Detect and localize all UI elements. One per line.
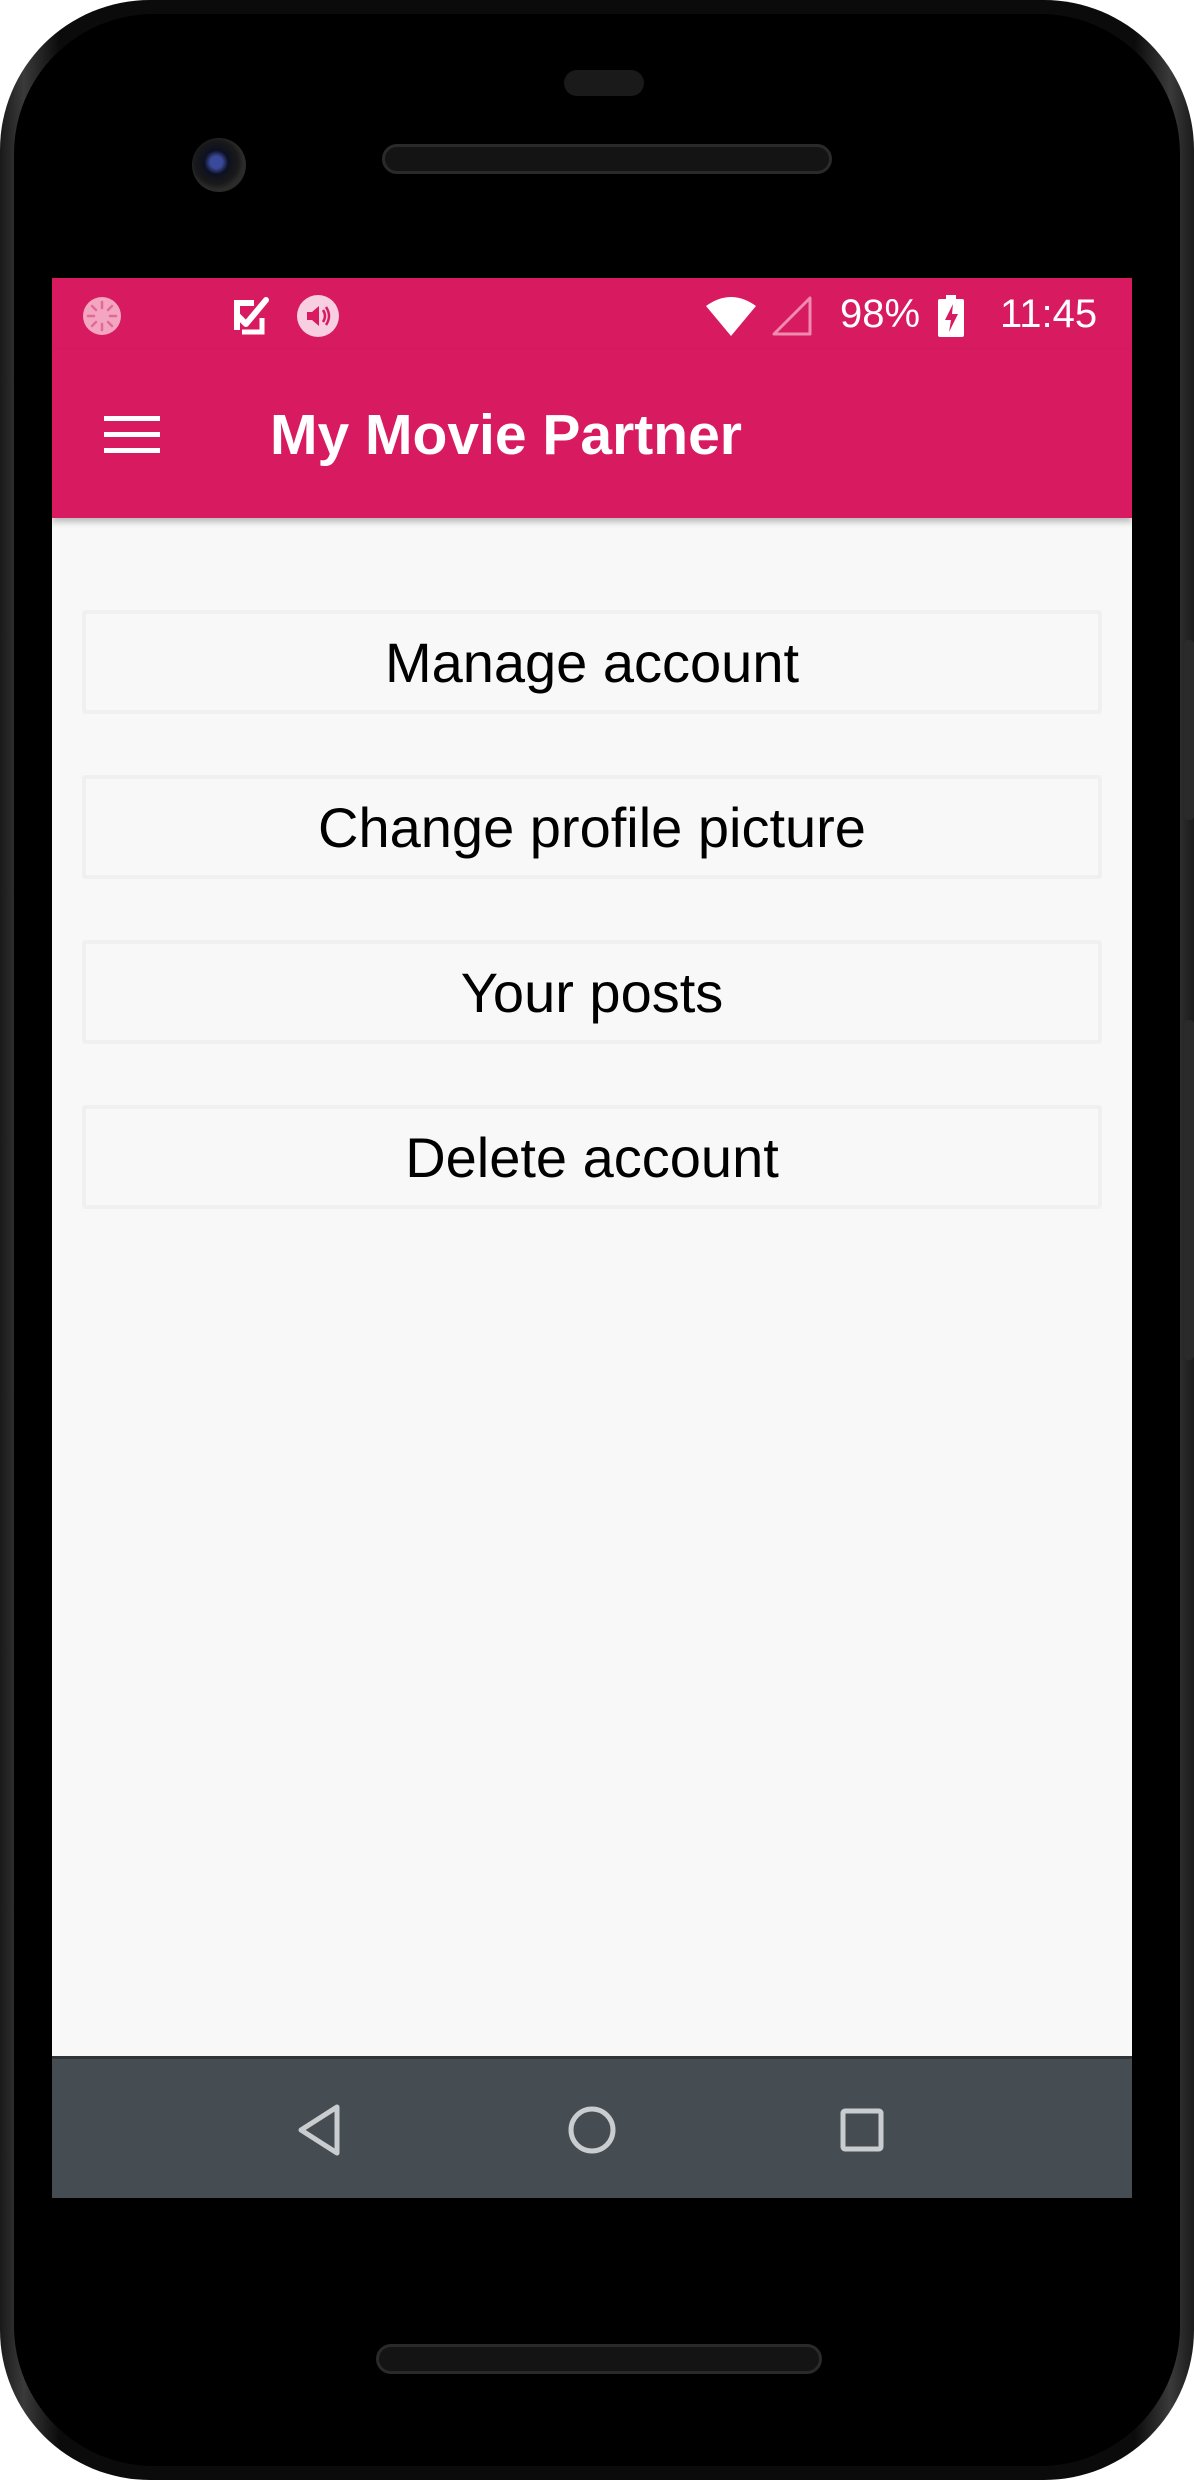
power-button bbox=[1184, 640, 1194, 820]
bottom-speaker bbox=[376, 2344, 822, 2374]
battery-percentage: 98% bbox=[840, 292, 921, 336]
your-posts-button[interactable]: Your posts bbox=[82, 940, 1102, 1044]
home-icon[interactable] bbox=[557, 2095, 627, 2165]
front-camera bbox=[192, 138, 246, 192]
cell-signal-icon bbox=[772, 296, 812, 336]
status-bar: 98% 11:45 bbox=[52, 278, 1132, 350]
volume-icon bbox=[297, 295, 339, 337]
delete-account-button[interactable]: Delete account bbox=[82, 1105, 1102, 1209]
system-navigation-bar bbox=[52, 2056, 1132, 2198]
volume-rocker bbox=[1184, 1020, 1194, 1360]
sensor-slot bbox=[564, 70, 644, 96]
app-toolbar: My Movie Partner bbox=[52, 350, 1132, 518]
phone-frame: 98% 11:45 My Movie Partner Manage accoun… bbox=[0, 0, 1194, 2480]
clock: 11:45 bbox=[1000, 292, 1098, 336]
device-screen: 98% 11:45 My Movie Partner Manage accoun… bbox=[52, 278, 1132, 2198]
hamburger-menu-icon[interactable] bbox=[102, 404, 162, 464]
battery-charging-icon bbox=[938, 295, 964, 337]
wifi-icon bbox=[706, 297, 756, 336]
checkbox-notification-icon bbox=[234, 297, 269, 335]
loading-icon bbox=[83, 297, 121, 335]
earpiece-speaker bbox=[382, 144, 832, 174]
change-profile-picture-button[interactable]: Change profile picture bbox=[82, 775, 1102, 879]
app-title: My Movie Partner bbox=[270, 403, 742, 467]
recents-icon[interactable] bbox=[827, 2095, 897, 2165]
manage-account-button[interactable]: Manage account bbox=[82, 610, 1102, 714]
back-icon[interactable] bbox=[287, 2095, 357, 2165]
